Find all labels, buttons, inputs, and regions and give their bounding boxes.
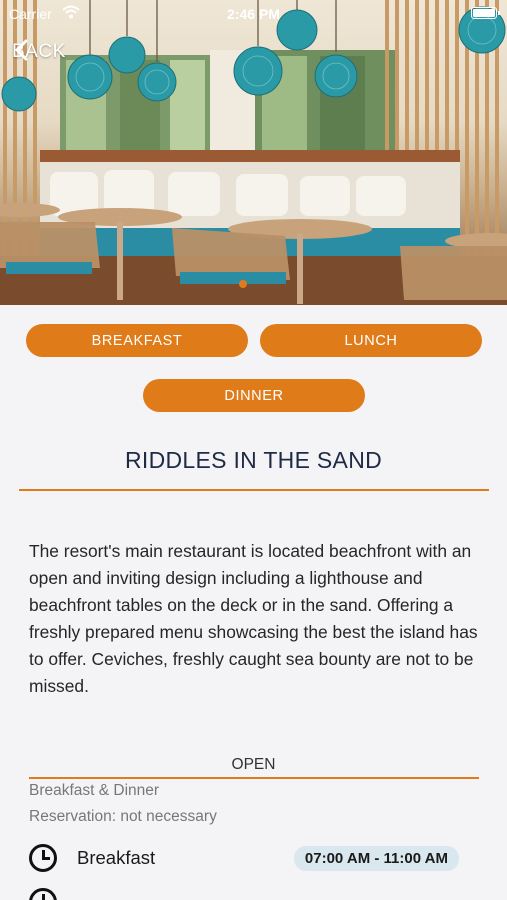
restaurant-title: RIDDLES IN THE SAND — [124, 447, 383, 473]
chevron-left-icon — [15, 39, 28, 61]
open-divider — [29, 777, 479, 779]
service-meals: Breakfast & Dinner — [29, 782, 160, 799]
status-time: 2:46 PM — [227, 6, 280, 22]
title-divider — [19, 489, 489, 491]
clock-icon — [29, 888, 57, 900]
battery-icon — [471, 7, 500, 19]
status-bar: Carrier 2:46 PM — [0, 0, 507, 28]
hero-photo: Carrier 2:46 PM BACK — [0, 0, 507, 305]
hours-meal-name: Breakfast — [77, 847, 156, 868]
hours-time-badge: 07:00 AM - 11:00 AM — [293, 845, 459, 871]
restaurant-description: The resort's main restaurant is located … — [29, 541, 478, 696]
open-status: OPEN — [231, 756, 276, 773]
dinner-button[interactable]: DINNER — [143, 379, 365, 412]
restaurant-interior-illustration — [0, 0, 507, 305]
clock-icon — [29, 844, 57, 872]
hours-row-partial — [29, 886, 479, 900]
page-indicator-dot[interactable] — [239, 280, 247, 288]
lunch-button[interactable]: LUNCH — [260, 324, 482, 357]
back-button[interactable]: BACK — [12, 38, 66, 66]
hours-row: Breakfast 07:00 AM - 11:00 AM — [29, 842, 479, 874]
reservation-info: Reservation: not necessary — [29, 808, 217, 825]
breakfast-button[interactable]: BREAKFAST — [26, 324, 248, 357]
